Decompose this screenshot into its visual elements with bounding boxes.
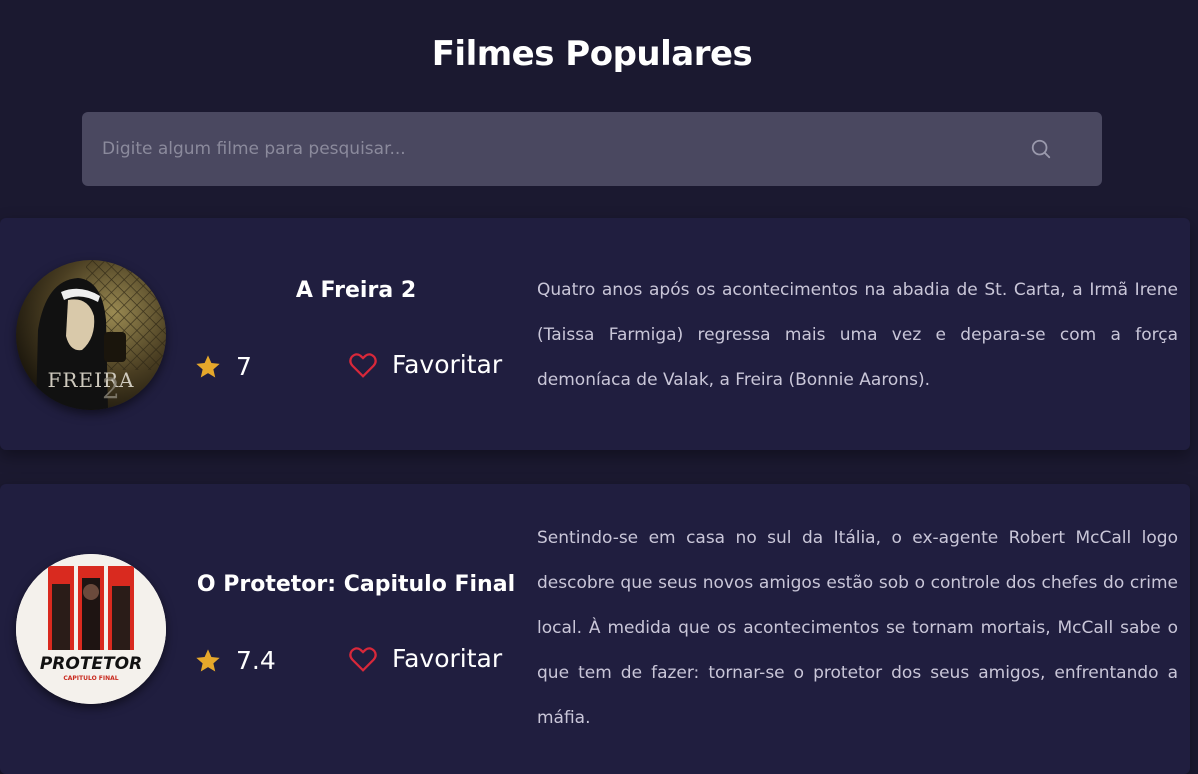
movie-card: PROTETOR CAPITULO FINAL O Protetor: Capi… xyxy=(0,484,1190,774)
heart-icon xyxy=(349,646,377,672)
favorite-label: Favoritar xyxy=(392,350,503,379)
poster-title: FREIRA xyxy=(47,368,135,392)
movie-rating: 7 xyxy=(194,352,252,381)
page-title: Filmes Populares xyxy=(431,34,753,74)
heart-icon xyxy=(349,352,377,378)
search-bar xyxy=(82,112,1102,186)
movie-card: FREIRA 2 A Freira 2 7 Favoritar Quatro a… xyxy=(0,218,1190,450)
search-icon[interactable] xyxy=(1030,138,1052,160)
star-icon xyxy=(196,648,220,671)
rating-value: 7.4 xyxy=(236,646,276,675)
poster-title: PROTETOR xyxy=(39,654,143,674)
poster-subtitle: CAPITULO FINAL xyxy=(63,675,119,682)
favorite-button[interactable]: Favoritar xyxy=(348,644,502,673)
star-icon xyxy=(196,354,220,377)
search-input[interactable] xyxy=(82,112,1102,186)
favorite-button[interactable]: Favoritar xyxy=(348,350,502,379)
movie-overview: Sentindo-se em casa no sul da Itália, o … xyxy=(537,528,1178,728)
movie-title: O Protetor: Capitulo Final xyxy=(196,572,516,597)
rating-value: 7 xyxy=(236,352,252,381)
movie-poster[interactable]: PROTETOR CAPITULO FINAL xyxy=(16,554,166,704)
favorite-label: Favoritar xyxy=(392,644,503,673)
poster-number: 2 xyxy=(102,372,120,405)
movie-rating: 7.4 xyxy=(194,646,276,675)
movie-overview: Quatro anos após os acontecimentos na ab… xyxy=(537,280,1178,390)
movie-poster[interactable]: FREIRA 2 xyxy=(16,260,166,410)
movie-title: A Freira 2 xyxy=(295,278,417,303)
